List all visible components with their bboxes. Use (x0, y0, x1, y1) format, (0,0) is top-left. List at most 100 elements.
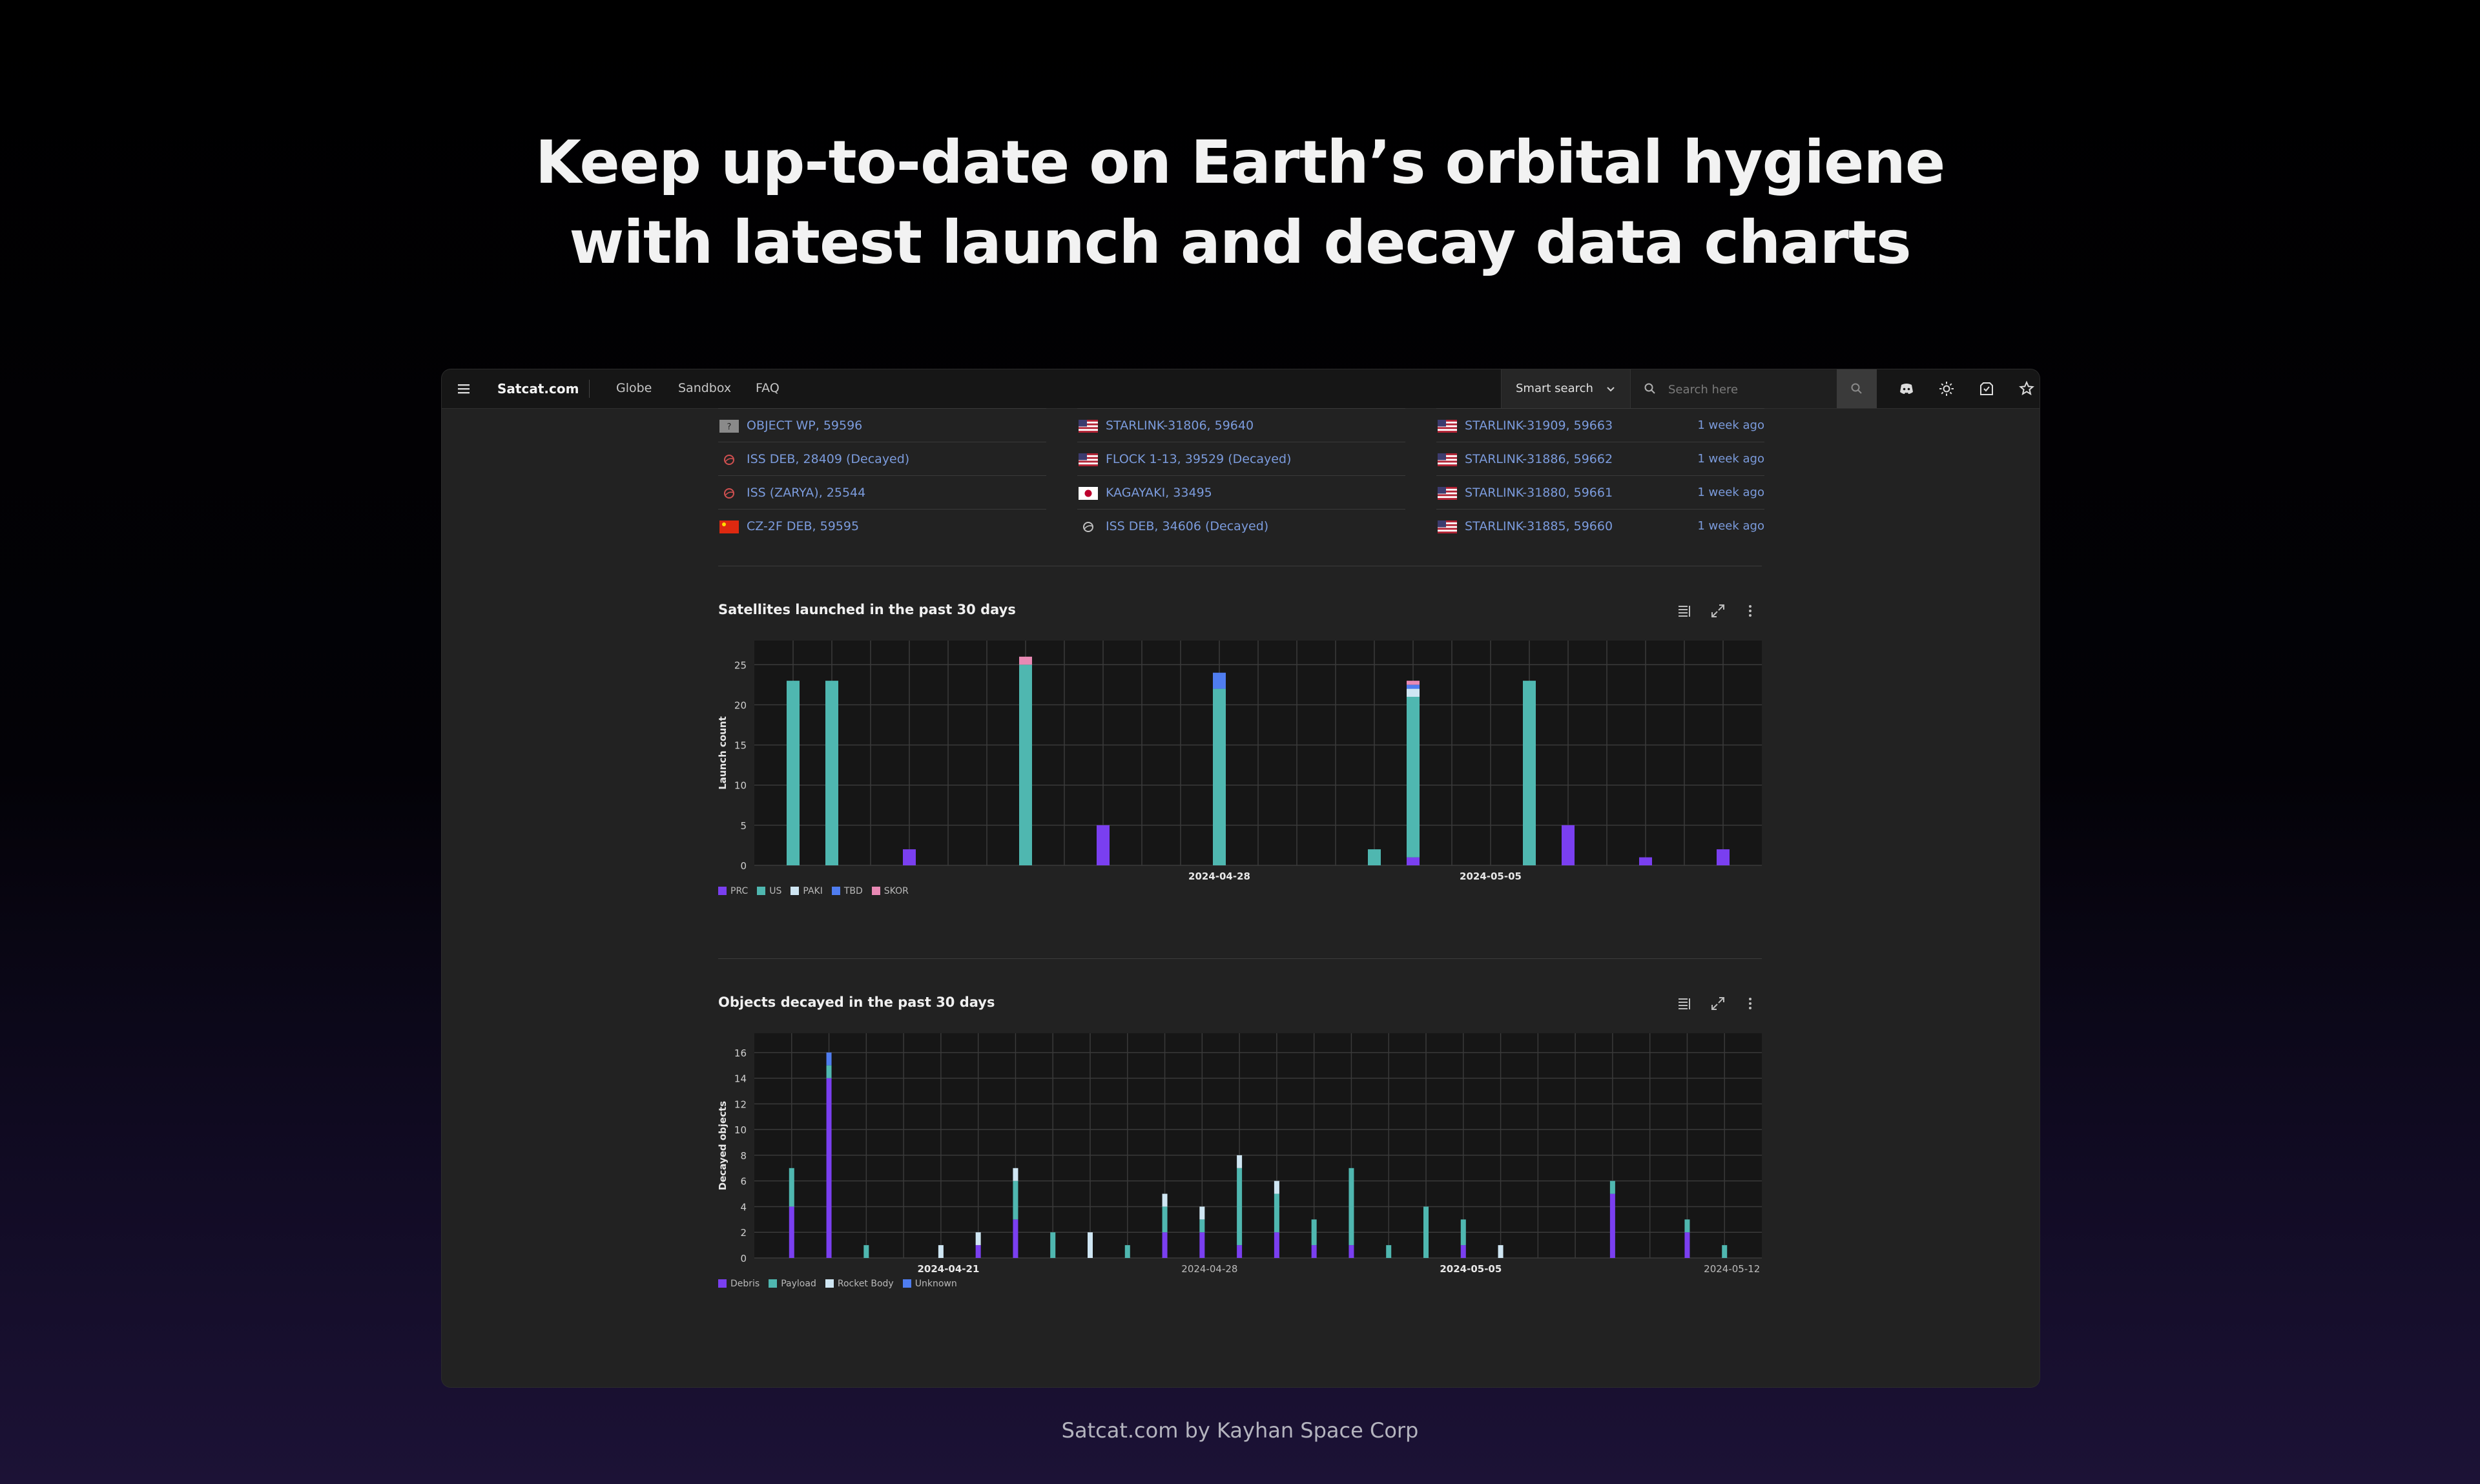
y-tick-label: 0 (740, 1253, 747, 1264)
object-link[interactable]: FLOCK 1-13, 39529 (Decayed) (1106, 452, 1291, 466)
list-item[interactable]: STARLINK-31806, 59640 (1077, 408, 1405, 442)
bar-segment-debris (1348, 1245, 1354, 1258)
section-divider (718, 958, 1762, 959)
list-item[interactable]: ISS DEB, 34606 (Decayed) (1077, 509, 1405, 542)
bar-segment-debris (826, 1078, 832, 1258)
legend-item-payload[interactable]: Payload (769, 1279, 816, 1289)
launch-time-ago: 1 week ago (1697, 519, 1764, 533)
table-view-icon[interactable] (1675, 994, 1693, 1013)
bar-segment-tbd (1213, 672, 1226, 689)
us-flag-icon (1438, 453, 1457, 466)
bar-segment-payload (1423, 1206, 1429, 1258)
nav-separator (589, 380, 590, 398)
list-item (1077, 375, 1405, 409)
expand-icon[interactable] (1709, 602, 1727, 620)
bar-segment-rocket-body (1498, 1245, 1504, 1258)
bar-segment-debris (1013, 1219, 1018, 1258)
list-item[interactable]: ? OBJECT WP, 59596 (718, 408, 1046, 442)
expand-icon[interactable] (1709, 994, 1727, 1013)
y-tick-label: 10 (734, 1124, 747, 1136)
x-tick-label: 2024-05-05 (1440, 1263, 1502, 1273)
menu-icon[interactable] (455, 380, 473, 398)
list-item[interactable]: STARLINK-31880, 59661 1 week ago (1436, 475, 1764, 510)
legend-item-debris[interactable]: Debris (718, 1279, 760, 1289)
favorites-star-icon[interactable] (2018, 380, 2036, 398)
bar-segment-us (1019, 665, 1032, 865)
y-tick-label: 14 (734, 1073, 747, 1085)
legend-label: Debris (730, 1279, 760, 1289)
object-link[interactable]: STARLINK-31885, 59660 (1465, 519, 1613, 533)
x-tick-label: 2024-05-12 (1704, 1263, 1760, 1273)
brand-logo-text[interactable]: Satcat.com (497, 381, 579, 397)
x-tick-label: 2024-04-28 (1188, 871, 1250, 881)
bar-segment-debris (975, 1245, 981, 1258)
legend-label: Rocket Body (837, 1279, 894, 1289)
object-link[interactable]: STARLINK-31806, 59640 (1106, 418, 1254, 433)
search-submit-button[interactable] (1837, 369, 1877, 408)
y-tick-label: 12 (734, 1098, 747, 1110)
bar-segment-us (1368, 849, 1381, 865)
table-view-icon[interactable] (1675, 602, 1693, 620)
list-item[interactable]: STARLINK-31886, 59662 1 week ago (1436, 442, 1764, 476)
legend-swatch (902, 1279, 911, 1288)
object-link[interactable]: STARLINK-31886, 59662 (1465, 452, 1613, 466)
y-tick-label: 8 (740, 1150, 747, 1162)
legend-item-unknown[interactable]: Unknown (902, 1279, 957, 1289)
legend-item-skor[interactable]: SKOR (871, 886, 909, 896)
x-tick-label: 2024-04-21 (917, 1263, 979, 1273)
launch-chart-toolbar (1669, 599, 1759, 623)
more-options-icon[interactable] (1741, 994, 1759, 1013)
decay-chart-toolbar (1669, 992, 1759, 1015)
object-link[interactable]: STARLINK-31880, 59661 (1465, 486, 1613, 500)
bar-segment-payload (1124, 1245, 1130, 1258)
inbox-check-icon[interactable] (1978, 380, 1996, 398)
bar-segment-debris (1684, 1232, 1690, 1258)
y-tick-label: 20 (734, 699, 747, 711)
legend-item-tbd[interactable]: TBD (831, 886, 863, 896)
bar-segment-debris (1311, 1245, 1317, 1258)
bar-segment-payload (1722, 1245, 1728, 1258)
list-item[interactable]: STARLINK-31885, 59660 1 week ago (1436, 509, 1764, 542)
iss-icon (724, 455, 734, 465)
y-tick-label: 15 (734, 740, 747, 752)
more-options-icon[interactable] (1741, 602, 1759, 620)
object-link[interactable]: CZ-2F DEB, 59595 (747, 519, 859, 533)
y-tick-label: 25 (734, 659, 747, 671)
bar-segment-us (1213, 688, 1226, 865)
bar-segment-us (1523, 681, 1536, 865)
object-link[interactable]: ISS DEB, 34606 (Decayed) (1106, 519, 1268, 533)
app-window: Satcat.com Globe Sandbox FAQ Smart searc… (442, 369, 2040, 1387)
legend-item-rocket-body[interactable]: Rocket Body (825, 1279, 894, 1289)
bar-segment-unknown (826, 1052, 832, 1066)
list-item[interactable]: FLOCK 1-13, 39529 (Decayed) (1077, 442, 1405, 476)
bar-segment-us (787, 681, 800, 865)
list-item[interactable]: CZ-2F DEB, 59595 (718, 509, 1046, 542)
object-link[interactable]: KAGAYAKI, 33495 (1106, 486, 1212, 500)
discord-icon[interactable] (1897, 380, 1916, 398)
list-item[interactable]: STARLINK-31909, 59663 1 week ago (1436, 408, 1764, 442)
theme-toggle-sun-icon[interactable] (1938, 380, 1956, 398)
bar-segment-debris (1274, 1232, 1279, 1258)
y-tick-label: 0 (740, 860, 747, 872)
object-link[interactable]: STARLINK-31909, 59663 (1465, 418, 1613, 433)
legend-label: TBD (843, 886, 863, 896)
legend-swatch (757, 887, 766, 895)
list-item[interactable]: ISS (ZARYA), 25544 (718, 475, 1046, 510)
legend-item-us[interactable]: US (757, 886, 781, 896)
x-tick-label: 2024-05-05 (1460, 871, 1522, 881)
legend-item-prc[interactable]: PRC (718, 886, 748, 896)
legend-label: Unknown (914, 1279, 957, 1289)
legend-swatch (769, 1279, 778, 1288)
object-link[interactable]: OBJECT WP, 59596 (747, 418, 862, 433)
list-item[interactable]: ISS DEB, 28409 (Decayed) (718, 442, 1046, 476)
nav-globe[interactable]: Globe (616, 381, 652, 395)
list-item[interactable]: KAGAYAKI, 33495 (1077, 475, 1405, 510)
bar-segment-rocket-body (1088, 1232, 1093, 1258)
object-link[interactable]: ISS DEB, 28409 (Decayed) (747, 452, 909, 466)
bar-segment-rocket-body (1162, 1193, 1168, 1207)
hero-line-2: with latest launch and decay data charts (569, 208, 1911, 277)
legend-item-paki[interactable]: PAKI (790, 886, 823, 896)
launch-time-ago: 1 week ago (1697, 486, 1764, 499)
object-link[interactable]: ISS (ZARYA), 25544 (747, 486, 865, 500)
bar-segment-payload (1013, 1180, 1018, 1220)
